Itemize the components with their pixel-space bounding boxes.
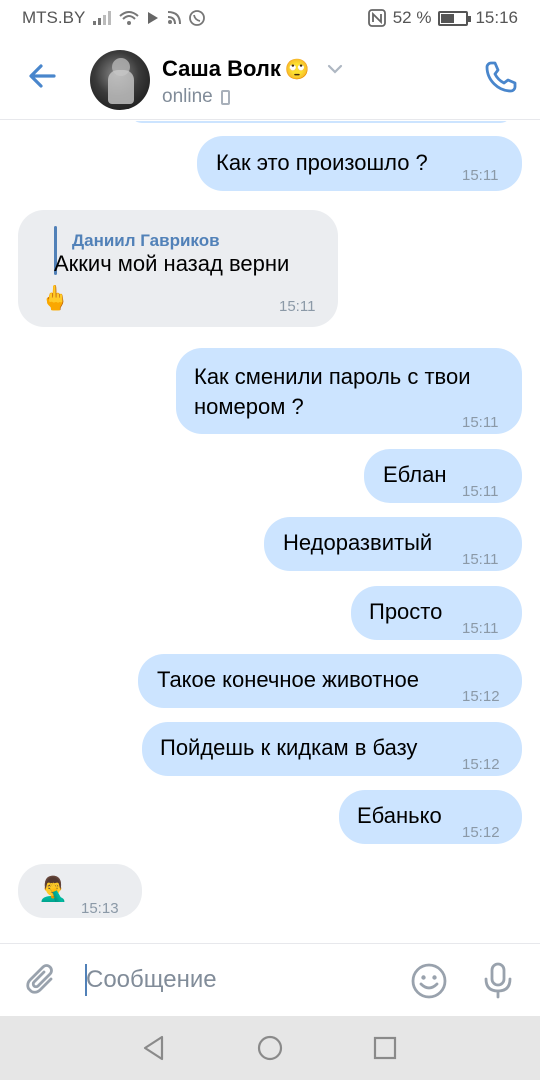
- facepalm-emoji: 🤦‍♂️: [38, 876, 68, 903]
- message-text-line: Как сменили пароль с твои: [194, 364, 471, 389]
- message-text: Аккич мой назад верни: [54, 251, 290, 276]
- message-text: Просто: [369, 599, 443, 624]
- rss-icon: [168, 11, 182, 25]
- message-list[interactable]: Как это произошло ? 15:11 Даниил Гаврико…: [0, 121, 540, 943]
- message-time: 15:12: [462, 688, 500, 705]
- message-text: Пойдешь к кидкам в базу: [160, 735, 418, 760]
- phone-icon[interactable]: [482, 58, 520, 96]
- mobile-icon: [220, 89, 230, 105]
- whatsapp-icon: [189, 10, 206, 26]
- back-triangle-icon[interactable]: [138, 1032, 170, 1064]
- paperclip-icon[interactable]: [24, 962, 62, 1000]
- avatar[interactable]: [90, 50, 150, 110]
- message-time: 15:11: [462, 414, 499, 431]
- status-bar-right: 52 % 15:16: [367, 8, 518, 28]
- chevron-down-icon[interactable]: [326, 63, 344, 75]
- previous-message-edge: [130, 121, 512, 123]
- carrier-label: MTS.BY: [22, 8, 86, 27]
- clock: 15:16: [475, 8, 518, 27]
- message-incoming[interactable]: Даниил Гавриков Аккич мой назад верни 🖕 …: [18, 210, 338, 327]
- system-nav-bar: [0, 1016, 540, 1080]
- message-outgoing[interactable]: Как это произошло ? 15:11: [197, 136, 522, 191]
- status-bar: MTS.BY 52 % 15:16: [0, 0, 540, 36]
- message-text: Такое конечное животное: [157, 667, 419, 692]
- microphone-icon[interactable]: [478, 960, 518, 1000]
- home-circle-icon[interactable]: [254, 1032, 286, 1064]
- message-input[interactable]: [86, 961, 386, 999]
- battery-icon: [438, 10, 472, 26]
- message-composer: [0, 943, 540, 1016]
- message-outgoing[interactable]: Такое конечное животное 15:12: [138, 654, 522, 708]
- message-text: Как это произошло ?: [216, 150, 428, 175]
- message-text-line: номером ?: [194, 394, 304, 419]
- battery-percent: 52 %: [392, 8, 432, 27]
- message-time: 15:13: [81, 900, 119, 917]
- message-time: 15:11: [279, 298, 316, 315]
- message-time: 15:12: [462, 756, 500, 773]
- message-time: 15:12: [462, 824, 500, 841]
- nfc-icon: [367, 9, 386, 27]
- message-incoming[interactable]: 🤦‍♂️ 15:13: [18, 864, 142, 918]
- message-outgoing[interactable]: Просто 15:11: [351, 586, 522, 640]
- message-outgoing[interactable]: Недоразвитый 15:11: [264, 517, 522, 571]
- contact-status: online: [162, 86, 230, 108]
- contact-name[interactable]: Саша Волк 🙄: [162, 56, 310, 82]
- message-outgoing[interactable]: Ебанько 15:12: [339, 790, 522, 844]
- message-text: Недоразвитый: [283, 530, 433, 555]
- chat-header: Саша Волк 🙄 online: [0, 36, 540, 120]
- smile-icon[interactable]: [410, 962, 448, 1000]
- play-icon: [148, 12, 159, 24]
- message-outgoing[interactable]: Еблан 15:11: [364, 449, 522, 503]
- message-outgoing[interactable]: Как сменили пароль с твои номером ? 15:1…: [176, 348, 522, 434]
- message-time: 15:11: [462, 620, 499, 637]
- message-text: Еблан: [383, 462, 447, 487]
- message-time: 15:11: [462, 483, 499, 500]
- recents-square-icon[interactable]: [369, 1032, 401, 1064]
- message-outgoing[interactable]: Пойдешь к кидкам в базу 15:12: [142, 722, 522, 776]
- signal-icon: [93, 11, 112, 25]
- status-bar-left: MTS.BY: [22, 8, 206, 28]
- message-time: 15:11: [462, 551, 499, 568]
- rolling-eyes-emoji: 🙄: [284, 58, 310, 81]
- middle-finger-emoji: 🖕: [40, 285, 70, 312]
- wifi-icon: [119, 11, 139, 25]
- message-time: 15:11: [462, 167, 499, 184]
- message-text: Ебанько: [357, 803, 442, 828]
- contact-name-text: Саша Волк: [162, 56, 281, 81]
- arrow-left-icon[interactable]: [24, 58, 60, 94]
- online-status: online: [162, 86, 213, 107]
